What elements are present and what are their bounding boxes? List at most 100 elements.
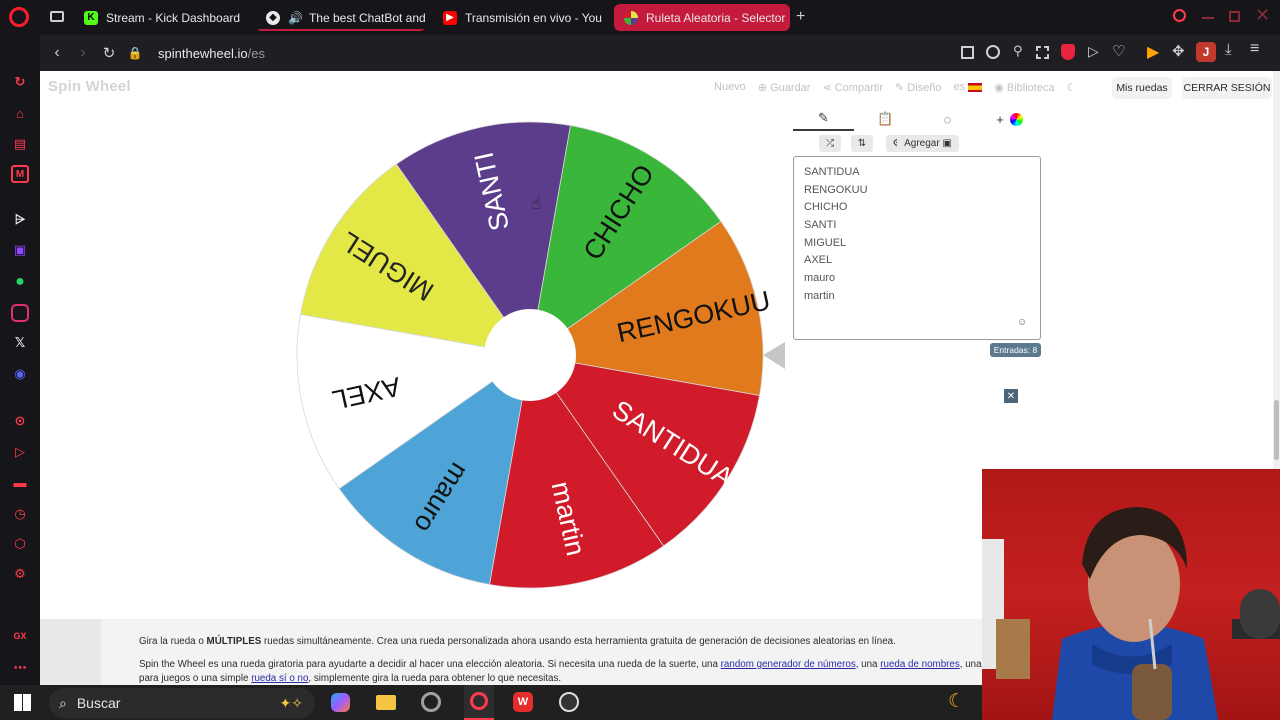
entries-list: SANTIDUA RENGOKUU CHICHO SANTI MIGUEL AXEL mau… [804, 164, 1030, 306]
entry-line[interactable]: MIGUEL [804, 235, 1030, 253]
record-icon[interactable]: ⊙ [11, 412, 29, 430]
scrollbar-thumb[interactable] [1274, 400, 1279, 460]
desc-text: , simplemente gira la rueda para obtener… [308, 673, 562, 684]
desc-text: ruedas simultáneamente. Crea una rueda p… [261, 636, 896, 647]
emoji-icon[interactable]: ☺ [1017, 317, 1027, 328]
yes-no-wheel-link[interactable]: rueda sí o no [251, 673, 308, 684]
minimize-icon[interactable] [1202, 17, 1214, 19]
logout-button[interactable]: CERRAR SESIÓN [1182, 77, 1272, 99]
play-extension-icon[interactable]: ▶ [1147, 42, 1159, 62]
m-app-icon[interactable]: M [11, 165, 29, 183]
discord-icon[interactable]: ◉ [11, 365, 29, 383]
notes-icon[interactable]: ▤ [11, 135, 29, 153]
player-icon[interactable]: ▷ [1088, 43, 1099, 60]
search-icon[interactable] [1173, 9, 1186, 22]
forward-icon[interactable]: › [70, 44, 96, 62]
description-line-3: para juegos o una simple rueda sí o no, … [139, 672, 1001, 685]
tab-botrix[interactable]: ◆ 🔊 The best ChatBot and [256, 4, 426, 31]
twitch-icon[interactable]: ▣ [11, 241, 29, 259]
wheel-center[interactable] [484, 309, 576, 401]
opera-gx-taskbar-icon[interactable] [464, 685, 494, 720]
menu-language[interactable]: es [954, 81, 983, 94]
file-explorer-icon[interactable] [376, 695, 396, 710]
hide-tab[interactable]: ◌ [917, 107, 978, 131]
edit-tab[interactable]: ✎ [793, 107, 854, 131]
menu-new[interactable]: Nuevo [714, 81, 746, 94]
description-text: Gira la rueda o MÚLTIPLES ruedas simultá… [101, 619, 1001, 685]
entry-line[interactable]: CHICHO [804, 199, 1030, 217]
entry-line[interactable]: SANTIDUA [804, 164, 1030, 182]
extensions-icon[interactable]: ✥ [1172, 42, 1185, 60]
tab-label: Ruleta Aleatoria - Selector [646, 10, 786, 25]
entry-line[interactable]: martin [804, 288, 1030, 306]
entry-line[interactable]: AXEL [804, 252, 1030, 270]
shuffle-button[interactable]: ⤮ [819, 135, 841, 152]
moon-weather-icon: ☾ [948, 691, 966, 712]
tab-kick-dashboard[interactable]: K Stream - Kick Dashboard [74, 4, 252, 31]
site-logo[interactable]: Spin Wheel [48, 78, 131, 95]
tab-youtube[interactable]: ▶ Transmisión en vivo - You [433, 4, 605, 31]
snapshot-icon[interactable] [1036, 46, 1049, 59]
my-wheels-button[interactable]: Mis ruedas [1112, 77, 1172, 99]
instagram-icon[interactable] [11, 304, 29, 322]
windows-start-icon[interactable] [14, 694, 31, 711]
send-icon[interactable]: ▷ [11, 443, 29, 461]
reload-icon[interactable]: ↻ [96, 44, 122, 62]
zoom-out-icon[interactable] [986, 45, 1000, 59]
menu-design[interactable]: ✎ Diseño [895, 81, 942, 94]
vpn-shield-icon[interactable] [1061, 44, 1075, 60]
sort-button[interactable]: ⇅ [851, 135, 873, 152]
settings-icon[interactable]: ⚙ [11, 565, 29, 583]
new-tab-button[interactable]: + [796, 8, 805, 26]
clipboard-tab[interactable]: 📋 [855, 107, 916, 131]
whatsapp-icon[interactable]: ● [11, 273, 29, 291]
copilot-icon[interactable] [331, 693, 350, 712]
avatar[interactable]: J [1196, 42, 1216, 62]
history-icon[interactable]: ◷ [11, 505, 29, 523]
obs-icon[interactable] [559, 692, 579, 712]
aria-icon[interactable]: ↻ [11, 73, 29, 91]
tab-spinthewheel[interactable]: Ruleta Aleatoria - Selector [614, 4, 790, 31]
menu-icon[interactable]: ≡ [1250, 40, 1259, 58]
heart-icon[interactable]: ♡ [1112, 42, 1125, 60]
back-icon[interactable]: ‹ [44, 44, 70, 62]
random-number-link[interactable]: random generador de números [721, 659, 856, 670]
entry-line[interactable]: SANTI [804, 217, 1030, 235]
browser-sidebar: ↻ ⌂ ▤ M ⩥ ▣ ● 𝕏 ◉ ⊙ ▷ ▬ ◷ ⬡ ⚙ GX ⋯ [0, 35, 40, 685]
close-ad-icon[interactable]: ✕ [1004, 389, 1018, 403]
menu-save[interactable]: ⊕ Guardar [758, 81, 811, 94]
entry-line[interactable]: RENGOKUU [804, 182, 1030, 200]
gx-icon[interactable]: GX [11, 627, 29, 645]
lock-icon: 🔒 [127, 46, 143, 60]
desc-text: Spin the Wheel es una rueda giratoria pa… [139, 659, 721, 670]
download-icon[interactable]: ⤓ [1225, 41, 1232, 58]
entry-line[interactable]: mauro [804, 270, 1030, 288]
close-icon[interactable]: ✕ [1255, 5, 1270, 26]
app-icon[interactable] [421, 692, 441, 712]
x-icon[interactable]: 𝕏 [11, 334, 29, 352]
url-host: spinthewheel.io [158, 45, 248, 61]
pin-icon[interactable]: ⚲ [1013, 43, 1023, 59]
tool-icon[interactable]: ⩥ [11, 211, 29, 229]
split-view-icon[interactable] [961, 46, 974, 59]
add-wheel-tab[interactable]: + [979, 107, 1040, 131]
maximize-icon[interactable] [1229, 11, 1240, 22]
url-field[interactable]: spinthewheel.io/es [158, 46, 265, 61]
menu-library[interactable]: ◉ Biblioteca [994, 81, 1054, 94]
moon-icon[interactable]: ☾ [1067, 81, 1077, 94]
wallet-icon[interactable]: ▬ [11, 473, 29, 491]
botrix-icon: ◆ [266, 10, 280, 25]
name-wheel-link[interactable]: rueda de nombres [880, 659, 960, 670]
add-image-button[interactable]: Agregar ▣ [897, 135, 959, 152]
tab-islands-icon[interactable] [50, 11, 64, 22]
wheel[interactable]: MIGUELSANTI CHICHORENGOKUUSANTIDUAmartinm… [240, 114, 800, 604]
menu-share[interactable]: ⋖ Compartir [822, 81, 883, 94]
cube-icon[interactable]: ⬡ [11, 535, 29, 553]
more-icon[interactable]: ⋯ [11, 659, 29, 677]
windows-taskbar: ⌕ Buscar ✦✧ W ☾ [0, 685, 982, 720]
taskbar-search[interactable]: ⌕ Buscar ✦✧ [49, 688, 315, 718]
entries-textarea[interactable]: SANTIDUA RENGOKUU CHICHO SANTI MIGUEL AXEL mau… [793, 156, 1041, 340]
messenger-icon[interactable]: ⌂ [11, 104, 29, 122]
wps-icon[interactable]: W [513, 692, 533, 712]
opera-menu-icon[interactable] [9, 7, 29, 27]
